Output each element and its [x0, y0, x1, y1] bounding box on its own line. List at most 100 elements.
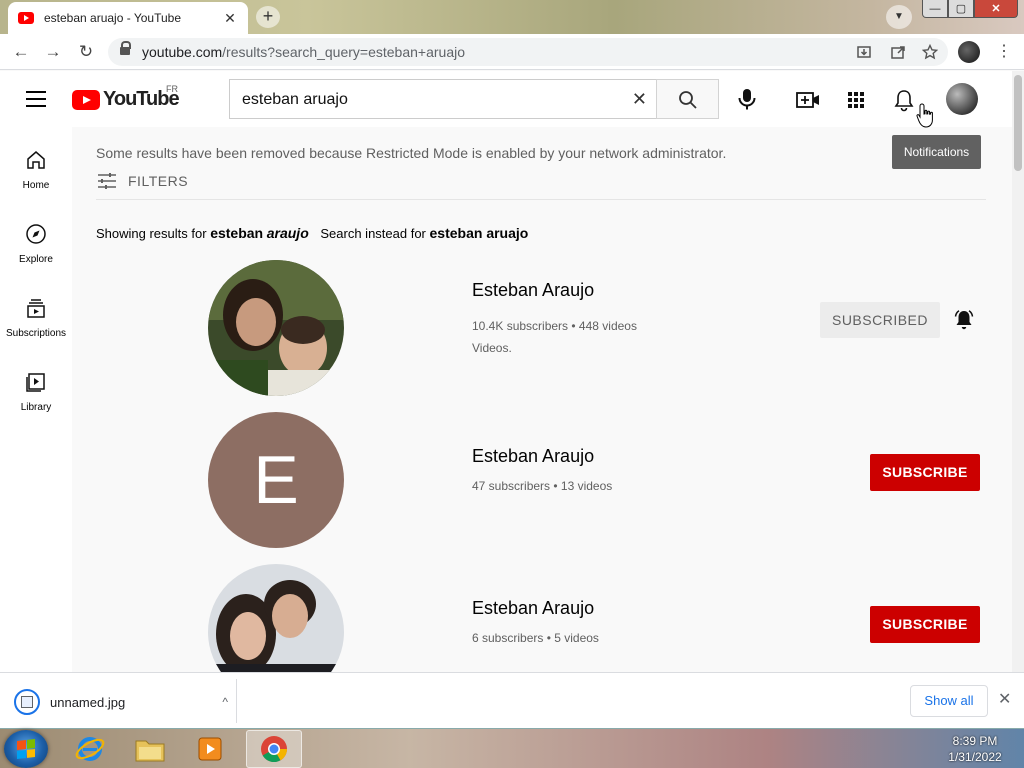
- search-results: Some results have been removed because R…: [72, 127, 1012, 672]
- window-controls: — ▢ ✕: [922, 0, 1018, 20]
- corrected-term[interactable]: esteban: [210, 225, 263, 241]
- sidebar-item-label: Home: [22, 180, 50, 191]
- taskbar-internet-explorer[interactable]: [62, 730, 118, 768]
- sidebar-item-label: Explore: [19, 254, 53, 265]
- subscribe-button[interactable]: SUBSCRIBE: [870, 606, 980, 643]
- notification-bell-ringing-icon[interactable]: [952, 308, 976, 332]
- lock-icon[interactable]: [120, 41, 131, 57]
- corrected-term-emphasis[interactable]: araujo: [267, 225, 309, 241]
- sidebar-item-library[interactable]: Library: [0, 371, 72, 413]
- internet-explorer-icon: [75, 737, 105, 761]
- tab-search-chevron-icon[interactable]: ▼: [886, 5, 912, 29]
- subscriptions-icon: [27, 299, 45, 318]
- channel-result[interactable]: Esteban Araujo 6 subscribers • 5 videos …: [72, 564, 1012, 672]
- windows-taskbar: 8:39 PM 1/31/2022: [0, 728, 1024, 768]
- install-app-icon[interactable]: [856, 44, 872, 60]
- channel-name[interactable]: Esteban Araujo: [472, 598, 594, 619]
- clock-time: 8:39 PM: [952, 734, 998, 748]
- account-avatar[interactable]: [946, 83, 978, 115]
- close-download-shelf-icon[interactable]: ✕: [998, 689, 1011, 709]
- voice-search-mic-icon[interactable]: [730, 81, 764, 117]
- reload-button[interactable]: ↻: [75, 41, 97, 63]
- channel-stats: 47 subscribers • 13 videos: [472, 479, 613, 493]
- sidebar-item-explore[interactable]: Explore: [0, 223, 72, 265]
- browser-toolbar: ← → ↻ youtube.com/results?search_query=e…: [0, 34, 1024, 70]
- clear-search-icon[interactable]: ✕: [632, 89, 647, 110]
- taskbar-chrome[interactable]: [246, 730, 302, 768]
- browser-tab[interactable]: esteban aruajo - YouTube ✕: [8, 2, 248, 34]
- share-icon[interactable]: [890, 44, 906, 60]
- create-video-icon[interactable]: [795, 87, 821, 113]
- filters-divider: [96, 199, 986, 200]
- url-text[interactable]: youtube.com/results?search_query=esteban…: [142, 44, 465, 60]
- address-bar[interactable]: youtube.com/results?search_query=esteban…: [108, 38, 948, 66]
- media-player-icon: [198, 737, 222, 761]
- youtube-logo[interactable]: YouTube FR: [72, 84, 180, 111]
- filter-sliders-icon: [98, 173, 116, 189]
- youtube-header: YouTube FR esteban aruajo ✕: [0, 71, 1012, 127]
- page-scrollbar[interactable]: [1012, 71, 1024, 672]
- channel-avatar[interactable]: [208, 564, 344, 672]
- channel-stats: 10.4K subscribers • 448 videos: [472, 319, 637, 333]
- filters-button[interactable]: FILTERS: [96, 171, 188, 191]
- back-button[interactable]: ←: [10, 41, 32, 63]
- apps-grid-icon[interactable]: [843, 87, 869, 113]
- taskbar-file-explorer[interactable]: [122, 730, 178, 768]
- channel-description: Videos.: [472, 341, 512, 355]
- search-button[interactable]: [656, 79, 719, 119]
- compass-icon: [26, 224, 46, 244]
- download-file-name: unnamed.jpg: [50, 694, 126, 710]
- url-path: /results?search_query=esteban+aruajo: [222, 44, 465, 60]
- search-instead-prefix: Search instead for: [320, 226, 426, 241]
- subscribed-button[interactable]: SUBSCRIBED: [820, 302, 940, 338]
- folder-icon: [135, 740, 165, 762]
- channel-result[interactable]: E Esteban Araujo 47 subscribers • 13 vid…: [72, 412, 1012, 552]
- left-sidebar: Home Explore Subscriptions Library: [0, 127, 72, 672]
- home-icon: [27, 151, 45, 169]
- channel-stats: 6 subscribers • 5 videos: [472, 631, 599, 645]
- youtube-favicon-icon: [18, 12, 34, 24]
- download-item[interactable]: unnamed.jpg ^: [14, 687, 236, 717]
- search-input[interactable]: esteban aruajo ✕: [229, 79, 657, 119]
- browser-tab-strip: esteban aruajo - YouTube ✕ + ▼ — ▢ ✕: [0, 0, 1024, 34]
- restricted-mode-notice: Some results have been removed because R…: [96, 145, 727, 161]
- subscribe-button[interactable]: SUBSCRIBE: [870, 454, 980, 491]
- youtube-play-icon: [72, 89, 100, 110]
- chrome-menu-icon[interactable]: ⋮: [996, 42, 1012, 62]
- channel-result[interactable]: Esteban Araujo 10.4K subscribers • 448 v…: [72, 260, 1012, 400]
- channel-avatar[interactable]: E: [208, 412, 344, 548]
- sidebar-item-home[interactable]: Home: [0, 149, 72, 191]
- hamburger-menu-icon[interactable]: [26, 91, 46, 107]
- taskbar-media-player[interactable]: [182, 730, 238, 768]
- sidebar-item-subscriptions[interactable]: Subscriptions: [0, 297, 72, 339]
- channel-name[interactable]: Esteban Araujo: [472, 446, 594, 467]
- sidebar-item-label: Library: [20, 402, 52, 413]
- tab-title: esteban aruajo - YouTube: [44, 11, 181, 25]
- tab-close-button[interactable]: ✕: [222, 10, 238, 27]
- sidebar-item-label: Subscriptions: [5, 328, 67, 339]
- bookmark-star-icon[interactable]: [922, 44, 938, 60]
- notifications-bell-icon[interactable]: [891, 87, 917, 113]
- url-host: youtube.com: [142, 44, 223, 60]
- channel-name[interactable]: Esteban Araujo: [472, 280, 594, 301]
- chrome-profile-avatar[interactable]: [958, 41, 980, 63]
- scrollbar-thumb[interactable]: [1014, 75, 1022, 171]
- window-close-button[interactable]: ✕: [974, 0, 1018, 18]
- filters-label: FILTERS: [128, 173, 189, 189]
- search-query-text: esteban aruajo: [242, 91, 348, 108]
- clock-date: 1/31/2022: [948, 750, 1002, 764]
- image-file-icon: [14, 689, 40, 715]
- windows-logo-icon: [17, 739, 35, 759]
- window-maximize-button[interactable]: ▢: [948, 0, 974, 18]
- channel-avatar-letter: E: [253, 442, 299, 518]
- show-all-downloads-button[interactable]: Show all: [910, 685, 988, 717]
- download-options-chevron-icon[interactable]: ^: [222, 695, 228, 709]
- search-instead-link[interactable]: esteban aruajo: [430, 225, 529, 241]
- forward-button[interactable]: →: [42, 41, 64, 63]
- new-tab-button[interactable]: +: [256, 6, 280, 28]
- hand-cursor-icon: [916, 103, 933, 128]
- channel-avatar[interactable]: [208, 260, 344, 396]
- system-clock[interactable]: 8:39 PM 1/31/2022: [930, 733, 1020, 765]
- window-minimize-button[interactable]: —: [922, 0, 948, 18]
- start-button[interactable]: [4, 730, 48, 768]
